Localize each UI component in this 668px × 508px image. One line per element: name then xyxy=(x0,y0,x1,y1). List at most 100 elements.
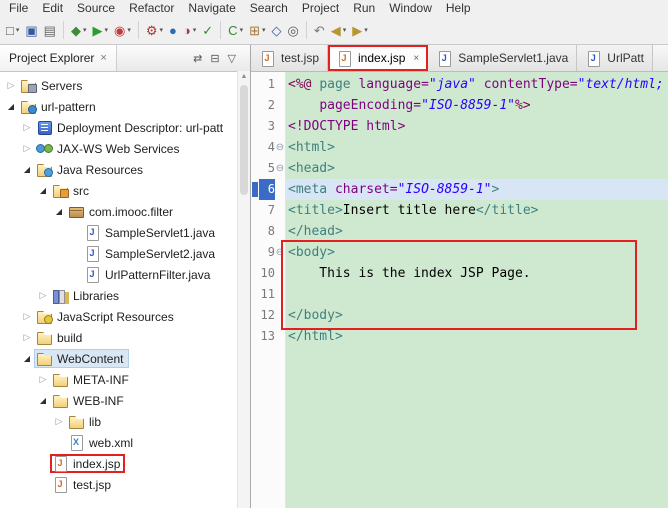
tree-item-content[interactable]: Libraries xyxy=(50,286,124,305)
tree-item-java-resources[interactable]: ◢ Java Resources xyxy=(0,159,250,180)
tree-item-content[interactable]: Servers xyxy=(18,76,87,95)
dropdown-arrow-icon[interactable]: ▾ xyxy=(364,26,368,34)
code-line-12[interactable]: 12 </body> xyxy=(251,305,668,326)
search-button[interactable]: ◎ xyxy=(285,19,302,41)
expand-arrow-icon[interactable]: ▷ xyxy=(20,123,34,132)
tree-item-content[interactable]: META-INF xyxy=(50,370,134,389)
tree-item-url-pattern[interactable]: ◢ url-pattern xyxy=(0,96,250,117)
tab-urlpatt[interactable]: UrlPatt xyxy=(577,45,653,71)
code-line-10[interactable]: 10 This is the index JSP Page. xyxy=(251,263,668,284)
forward-button[interactable]: ▶ ▾ xyxy=(349,19,371,41)
dropdown-arrow-icon[interactable]: ▾ xyxy=(193,26,197,34)
save-button[interactable]: ▣ xyxy=(22,19,40,41)
tab-sampleservlet1-java[interactable]: SampleServlet1.java xyxy=(428,45,578,71)
tree-item-content[interactable]: Deployment Descriptor: url-patt xyxy=(34,118,228,137)
fold-toggle-icon[interactable]: ⊖ xyxy=(275,247,285,258)
collapse-arrow-icon[interactable]: ◢ xyxy=(36,186,50,195)
tree-item-test-jsp[interactable]: test.jsp xyxy=(0,474,250,495)
back-button[interactable]: ◀ ▾ xyxy=(328,19,350,41)
tree-item-libraries[interactable]: ▷ Libraries xyxy=(0,285,250,306)
tree-item-content[interactable]: JavaScript Resources xyxy=(34,307,179,326)
new-java-class-button[interactable]: C ▾ xyxy=(225,19,246,41)
explorer-scrollbar[interactable]: ▲ xyxy=(237,71,250,508)
tree-item-webcontent[interactable]: ◢ WebContent xyxy=(0,348,250,369)
menu-refactor[interactable]: Refactor xyxy=(122,1,181,15)
expand-arrow-icon[interactable]: ▷ xyxy=(52,417,66,426)
menu-help[interactable]: Help xyxy=(439,1,478,15)
tree-item-content[interactable]: test.jsp xyxy=(50,475,116,494)
run-button[interactable]: ▶ ▾ xyxy=(89,19,111,41)
tree-item-content[interactable]: build xyxy=(34,328,87,347)
tree-item-javascript-resources[interactable]: ▷ JavaScript Resources xyxy=(0,306,250,327)
explorer-view-tab[interactable]: Project Explorer × xyxy=(0,45,117,71)
code-line-11[interactable]: 11 xyxy=(251,284,668,305)
dropdown-arrow-icon[interactable]: ▾ xyxy=(240,26,244,34)
fold-toggle-icon[interactable]: ⊖ xyxy=(275,163,285,174)
code-line-1[interactable]: 1 <%@ page language= "java" contentType= "t… xyxy=(251,74,668,95)
tree-item-urlpatternfilter-java[interactable]: UrlPatternFilter.java xyxy=(0,264,250,285)
scrollbar-thumb[interactable] xyxy=(240,85,248,195)
expand-arrow-icon[interactable]: ▷ xyxy=(20,312,34,321)
tree-item-content[interactable]: com.imooc.filter xyxy=(66,202,178,221)
tree-item-deployment-descriptor-url-patt[interactable]: ▷ Deployment Descriptor: url-patt xyxy=(0,117,250,138)
new-java-package-button[interactable]: ⊞ ▾ xyxy=(246,19,268,41)
tree-item-build[interactable]: ▷ build xyxy=(0,327,250,348)
code-line-5[interactable]: 5 ⊖ <head> xyxy=(251,158,668,179)
dropdown-arrow-icon[interactable]: ▾ xyxy=(104,26,108,34)
tree-item-src[interactable]: ◢ src xyxy=(0,180,250,201)
dropdown-arrow-icon[interactable]: ▾ xyxy=(127,26,131,34)
dropdown-arrow-icon[interactable]: ▾ xyxy=(16,26,20,34)
collapse-all-icon[interactable]: ⊟ xyxy=(210,52,219,65)
close-view-icon[interactable]: × xyxy=(100,52,106,64)
open-type-button[interactable]: ◇ xyxy=(269,19,285,41)
tree-item-content[interactable]: WEB-INF xyxy=(50,391,129,410)
tree-item-com-imooc-filter[interactable]: ◢ com.imooc.filter xyxy=(0,201,250,222)
expand-arrow-icon[interactable]: ▷ xyxy=(20,333,34,342)
tab-test-jsp[interactable]: test.jsp xyxy=(251,45,329,71)
editor-body[interactable]: 1 <%@ page language= "java" contentType= "t… xyxy=(251,72,668,508)
expand-arrow-icon[interactable]: ▷ xyxy=(36,291,50,300)
menu-source[interactable]: Source xyxy=(70,1,122,15)
code-line-7[interactable]: 7 <title> Insert title here </title> xyxy=(251,200,668,221)
new-wizard-button[interactable]: □ ▾ xyxy=(3,19,22,41)
menu-search[interactable]: Search xyxy=(243,1,295,15)
debug-button[interactable]: ◆ ▾ xyxy=(68,19,90,41)
menu-edit[interactable]: Edit xyxy=(35,1,70,15)
tree-item-content[interactable]: Java Resources xyxy=(34,160,148,179)
tree-item-content[interactable]: src xyxy=(50,181,94,200)
coverage-button[interactable]: ◑ ▾ xyxy=(180,19,199,41)
tab-index-jsp[interactable]: index.jsp × xyxy=(328,45,429,71)
menu-window[interactable]: Window xyxy=(382,1,439,15)
tree-item-meta-inf[interactable]: ▷ META-INF xyxy=(0,369,250,390)
collapse-arrow-icon[interactable]: ◢ xyxy=(20,165,34,174)
collapse-arrow-icon[interactable]: ◢ xyxy=(4,102,18,111)
scroll-up-icon[interactable]: ▲ xyxy=(238,71,250,83)
tree-item-content[interactable]: lib xyxy=(66,412,106,431)
tree-item-jax-ws-web-services[interactable]: ▷ JAX-WS Web Services xyxy=(0,138,250,159)
fold-toggle-icon[interactable]: ⊖ xyxy=(275,142,285,153)
menu-run[interactable]: Run xyxy=(346,1,382,15)
menu-project[interactable]: Project xyxy=(295,1,346,15)
dropdown-arrow-icon[interactable]: ▾ xyxy=(343,26,347,34)
view-menu-icon[interactable]: ▽ xyxy=(228,52,236,65)
tree-item-content[interactable]: SampleServlet1.java xyxy=(82,223,220,242)
link-with-editor-icon[interactable]: ⇄ xyxy=(193,52,202,65)
code-line-6[interactable]: 6 <meta charset= "ISO-8859-1" > xyxy=(251,179,668,200)
tree-item-sampleservlet1-java[interactable]: SampleServlet1.java xyxy=(0,222,250,243)
tree-item-web-inf[interactable]: ◢ WEB-INF xyxy=(0,390,250,411)
tree-item-content[interactable]: index.jsp xyxy=(50,454,126,473)
dropdown-arrow-icon[interactable]: ▾ xyxy=(262,26,266,34)
dropdown-arrow-icon[interactable]: ▾ xyxy=(83,26,87,34)
web-browser-button[interactable]: ● xyxy=(166,19,180,41)
server-tools-button[interactable]: ⚙ ▾ xyxy=(143,19,166,41)
tree-item-content[interactable]: url-pattern xyxy=(18,97,101,116)
tree-item-content[interactable]: SampleServlet2.java xyxy=(82,244,220,263)
print-button[interactable]: ▤ xyxy=(41,19,59,41)
tree-item-sampleservlet2-java[interactable]: SampleServlet2.java xyxy=(0,243,250,264)
tree-item-content[interactable]: JAX-WS Web Services xyxy=(34,139,184,158)
expand-arrow-icon[interactable]: ▷ xyxy=(4,81,18,90)
collapse-arrow-icon[interactable]: ◢ xyxy=(52,207,66,216)
code-line-9[interactable]: 9 ⊖ <body> xyxy=(251,242,668,263)
code-line-2[interactable]: 2 pageEncoding= "ISO-8859-1" %> xyxy=(251,95,668,116)
tree-item-lib[interactable]: ▷ lib xyxy=(0,411,250,432)
